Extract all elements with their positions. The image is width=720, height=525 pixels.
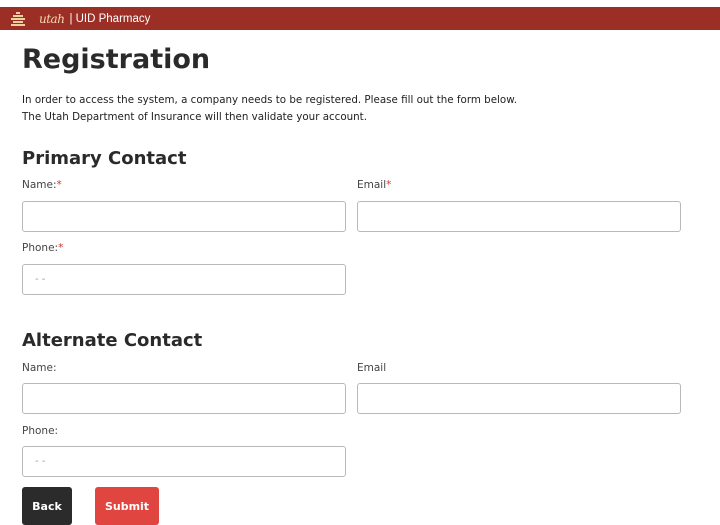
- primary-phone-input[interactable]: [22, 264, 346, 295]
- primary-name-input[interactable]: [22, 201, 346, 232]
- required-marker: *: [58, 242, 64, 254]
- required-marker: *: [56, 179, 62, 191]
- alternate-email-label: Email: [357, 362, 387, 374]
- primary-name-label-text: Name:: [22, 179, 57, 191]
- submit-button[interactable]: Submit: [95, 487, 159, 525]
- primary-phone-label: Phone:*: [22, 242, 63, 254]
- primary-name-label: Name:*: [22, 179, 62, 191]
- menu-icon[interactable]: [11, 11, 25, 26]
- required-marker: *: [386, 179, 392, 191]
- primary-email-label-text: Email: [357, 179, 387, 191]
- intro-line-2: The Utah Department of Insurance will th…: [22, 111, 367, 123]
- alternate-email-input[interactable]: [357, 383, 681, 414]
- app-name[interactable]: | UID Pharmacy: [69, 13, 150, 25]
- primary-phone-label-text: Phone:: [22, 242, 59, 254]
- alternate-contact-heading: Alternate Contact: [22, 330, 203, 351]
- intro-text: In order to access the system, a company…: [22, 92, 662, 126]
- alternate-name-label: Name:: [22, 362, 57, 374]
- alternate-phone-label: Phone:: [22, 425, 59, 437]
- alternate-name-input[interactable]: [22, 383, 346, 414]
- back-button[interactable]: Back: [22, 487, 72, 525]
- top-navigation-bar: utah | UID Pharmacy: [0, 7, 720, 30]
- primary-email-label: Email*: [357, 179, 391, 191]
- alternate-phone-input[interactable]: [22, 446, 346, 477]
- utah-logo[interactable]: utah: [39, 12, 65, 26]
- page-title: Registration: [22, 44, 211, 75]
- primary-email-input[interactable]: [357, 201, 681, 232]
- primary-contact-heading: Primary Contact: [22, 148, 187, 169]
- intro-line-1: In order to access the system, a company…: [22, 94, 517, 106]
